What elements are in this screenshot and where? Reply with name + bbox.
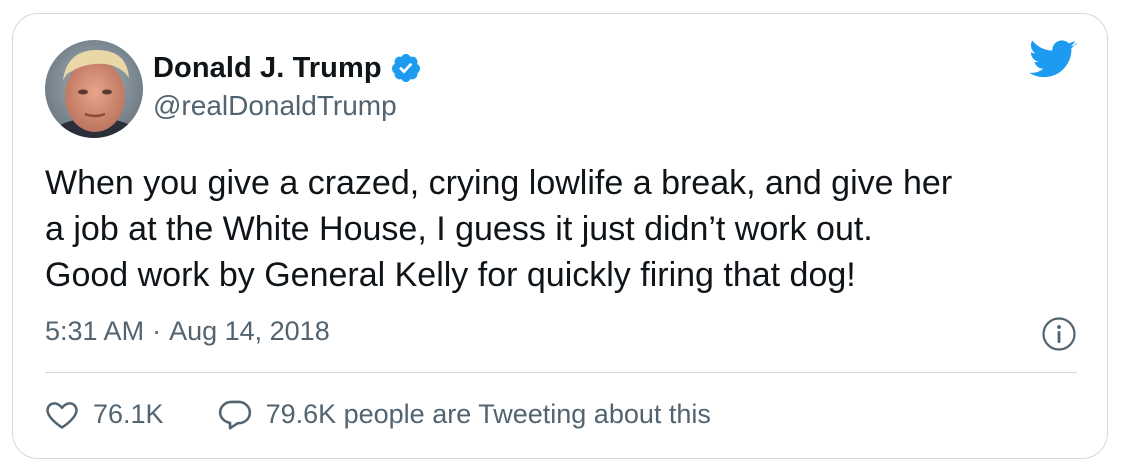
avatar[interactable] bbox=[45, 40, 143, 138]
divider bbox=[45, 372, 1077, 373]
tweet-timestamp[interactable]: 5:31 AM · Aug 14, 2018 bbox=[45, 316, 330, 347]
tweet-card: Donald J. Trump @realDonaldTrump When yo… bbox=[12, 13, 1108, 459]
tweeting-about-label: 79.6K people are Tweeting about this bbox=[265, 398, 711, 429]
display-name-row[interactable]: Donald J. Trump bbox=[153, 50, 422, 86]
like-count: 76.1K bbox=[93, 398, 164, 429]
tweet-actions: 76.1K 79.6K people are Tweeting about th… bbox=[45, 392, 711, 436]
display-name[interactable]: Donald J. Trump bbox=[153, 52, 382, 85]
twitter-bird-icon[interactable] bbox=[1029, 40, 1077, 80]
user-handle[interactable]: @realDonaldTrump bbox=[153, 90, 397, 122]
speech-bubble-icon bbox=[218, 398, 252, 430]
tweet-date[interactable]: Aug 14, 2018 bbox=[169, 316, 330, 347]
avatar-image bbox=[45, 40, 143, 138]
tweet-text-line: When you give a crazed, crying lowlife a… bbox=[45, 164, 953, 202]
tweet-text-line: a job at the White House, I guess it jus… bbox=[45, 210, 873, 248]
like-button[interactable]: 76.1K bbox=[45, 398, 164, 430]
tweet-time[interactable]: 5:31 AM bbox=[45, 316, 144, 347]
info-icon[interactable] bbox=[1041, 316, 1077, 352]
tweeting-about-button[interactable]: 79.6K people are Tweeting about this bbox=[218, 398, 711, 430]
verified-badge-icon bbox=[390, 52, 422, 84]
timestamp-separator: · bbox=[152, 316, 162, 346]
tweet-text: When you give a crazed, crying lowlife a… bbox=[45, 160, 1085, 298]
heart-icon bbox=[45, 398, 79, 430]
tweet-text-line: Good work by General Kelly for quickly f… bbox=[45, 256, 856, 294]
